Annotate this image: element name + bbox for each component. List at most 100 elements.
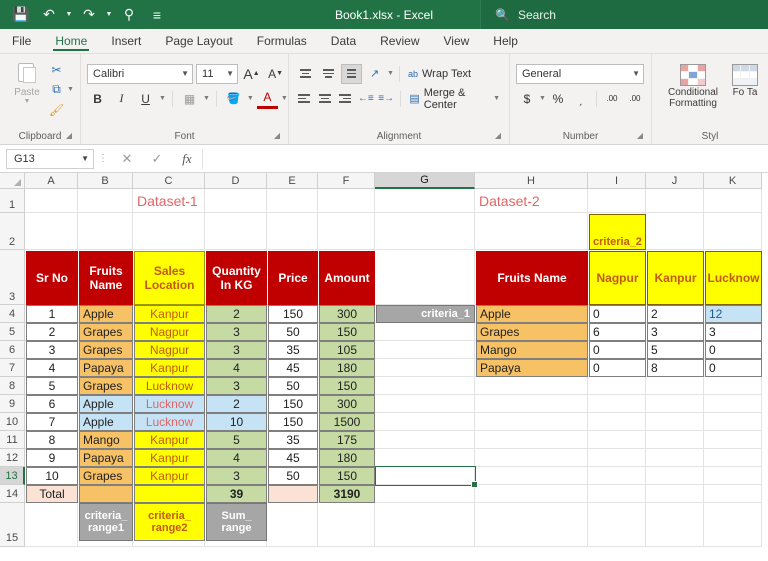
d1-r8-amount[interactable]: 175 [319, 431, 375, 449]
criteria-1-tag[interactable]: criteria_1 [376, 305, 475, 323]
d1-r6-amount[interactable]: 300 [319, 395, 375, 413]
d1-header-sr-no[interactable]: Sr No [26, 251, 78, 305]
row-header-9[interactable]: 9 [0, 395, 25, 413]
tab-data[interactable]: Data [319, 29, 368, 53]
d1-total-price-blank[interactable] [268, 485, 318, 503]
align-left-icon[interactable] [295, 89, 313, 109]
d1-r5-amount[interactable]: 150 [319, 377, 375, 395]
row-header-13[interactable]: 13 [0, 467, 25, 485]
column-header-k[interactable]: K [704, 173, 762, 189]
tab-view[interactable]: View [432, 29, 482, 53]
column-header-g[interactable]: G [375, 173, 475, 189]
align-right-icon[interactable] [336, 89, 354, 109]
d1-r5-fruit[interactable]: Grapes [79, 377, 133, 395]
row-header-8[interactable]: 8 [0, 377, 25, 395]
row-header-1[interactable]: 1 [0, 189, 25, 213]
align-top-icon[interactable] [295, 64, 316, 84]
italic-button[interactable]: I [111, 89, 132, 109]
align-center-icon[interactable] [316, 89, 334, 109]
d1-r10-fruit[interactable]: Grapes [79, 467, 133, 485]
undo-dropdown-icon[interactable]: ▼ [64, 11, 74, 18]
column-header-f[interactable]: F [318, 173, 375, 189]
d1-header-amount[interactable]: Amount [319, 251, 375, 305]
d1-r9-sr[interactable]: 9 [26, 449, 78, 467]
spreadsheet-grid[interactable]: A B C D E F G H I J K 1 2 3 4 5 6 7 8 9 … [0, 173, 768, 547]
paste-button[interactable]: Paste ▼ [6, 58, 48, 105]
number-format-combo[interactable]: General ▼ [516, 63, 644, 84]
insert-function-icon[interactable]: fx [172, 151, 202, 167]
row-header-15[interactable]: 15 [0, 503, 25, 547]
d1-total-label[interactable]: Total [26, 485, 78, 503]
d1-header-quantity[interactable]: Quantity In KG [206, 251, 267, 305]
d1-r1-qty[interactable]: 2 [206, 305, 267, 323]
increase-indent-icon[interactable]: ≡→ [377, 89, 395, 109]
d1-r3-price[interactable]: 35 [268, 341, 318, 359]
column-header-c[interactable]: C [133, 173, 205, 189]
quick-search-icon[interactable]: ⚲ [116, 4, 142, 26]
dataset1-title[interactable]: Dataset-1 [134, 189, 205, 213]
conditional-formatting-button[interactable]: Conditional Formatting [658, 62, 728, 109]
decrease-font-size-button[interactable]: A ▼ [265, 64, 286, 84]
row-header-11[interactable]: 11 [0, 431, 25, 449]
d1-r7-amount[interactable]: 1500 [319, 413, 375, 431]
d2-r1-nagpur[interactable]: 0 [589, 305, 646, 323]
d1-r5-location[interactable]: Lucknow [134, 377, 205, 395]
d1-header-price[interactable]: Price [268, 251, 318, 305]
tab-file[interactable]: File [0, 29, 43, 53]
d2-r1-lucknow[interactable]: 12 [705, 305, 762, 323]
alignment-dialog-launcher-icon[interactable]: ◢ [495, 128, 501, 143]
d1-r6-location[interactable]: Lucknow [134, 395, 205, 413]
d1-r2-fruit[interactable]: Grapes [79, 323, 133, 341]
wrap-text-button[interactable]: ab Wrap Text [405, 64, 474, 84]
d1-r4-price[interactable]: 45 [268, 359, 318, 377]
font-color-icon[interactable]: A [256, 89, 278, 109]
d1-total-qty[interactable]: 39 [206, 485, 267, 503]
d2-r3-lucknow[interactable]: 0 [705, 341, 762, 359]
orientation-dropdown-icon[interactable]: ▼ [387, 70, 394, 77]
decrease-decimal-icon[interactable]: .00 [624, 89, 646, 109]
underline-dropdown-icon[interactable]: ▼ [159, 95, 166, 102]
d1-header-sales-location[interactable]: Sales Location [134, 251, 205, 305]
fill-color-dropdown-icon[interactable]: ▼ [247, 95, 254, 102]
d2-r4-lucknow[interactable]: 0 [705, 359, 762, 377]
search-input[interactable]: 🔍 Search [480, 0, 768, 29]
column-header-d[interactable]: D [205, 173, 267, 189]
d1-r9-fruit[interactable]: Papaya [79, 449, 133, 467]
cancel-entry-icon[interactable]: ✕ [112, 151, 142, 167]
borders-icon[interactable]: ▦ [179, 89, 200, 109]
confirm-entry-icon[interactable]: ✓ [142, 151, 172, 167]
d1-r6-price[interactable]: 150 [268, 395, 318, 413]
cut-button[interactable]: ✂ [48, 61, 74, 78]
copy-button[interactable]: ⧉ ▼ [48, 81, 74, 98]
d1-r7-fruit[interactable]: Apple [79, 413, 133, 431]
tab-review[interactable]: Review [368, 29, 431, 53]
d2-header-kanpur[interactable]: Kanpur [647, 251, 704, 305]
d1-r6-fruit[interactable]: Apple [79, 395, 133, 413]
name-box[interactable]: G13 ▼ [6, 148, 94, 169]
d1-r9-amount[interactable]: 180 [319, 449, 375, 467]
d1-r3-qty[interactable]: 3 [206, 341, 267, 359]
d1-r5-sr[interactable]: 5 [26, 377, 78, 395]
d1-r5-qty[interactable]: 3 [206, 377, 267, 395]
d2-r3-kanpur[interactable]: 5 [647, 341, 704, 359]
criteria-range2-tag[interactable]: criteria_ range2 [134, 503, 205, 541]
column-header-a[interactable]: A [25, 173, 78, 189]
d2-r1-fruit[interactable]: Apple [476, 305, 588, 323]
name-box-expander-icon[interactable]: ⋮ [94, 153, 112, 164]
underline-button[interactable]: U [135, 89, 156, 109]
d1-r7-price[interactable]: 150 [268, 413, 318, 431]
d1-r2-price[interactable]: 50 [268, 323, 318, 341]
d2-r4-fruit[interactable]: Papaya [476, 359, 588, 377]
d1-total-amount[interactable]: 3190 [319, 485, 375, 503]
orientation-icon[interactable]: ↗ [364, 64, 385, 84]
merge-dropdown-icon[interactable]: ▼ [493, 95, 500, 102]
row-header-10[interactable]: 10 [0, 413, 25, 431]
borders-dropdown-icon[interactable]: ▼ [203, 95, 210, 102]
d1-r9-qty[interactable]: 4 [206, 449, 267, 467]
d1-r7-sr[interactable]: 7 [26, 413, 78, 431]
d1-r1-price[interactable]: 150 [268, 305, 318, 323]
font-name-combo[interactable]: Calibri ▼ [87, 63, 194, 84]
d1-r10-amount[interactable]: 150 [319, 467, 375, 485]
formula-input[interactable] [202, 148, 768, 169]
d2-r2-fruit[interactable]: Grapes [476, 323, 588, 341]
